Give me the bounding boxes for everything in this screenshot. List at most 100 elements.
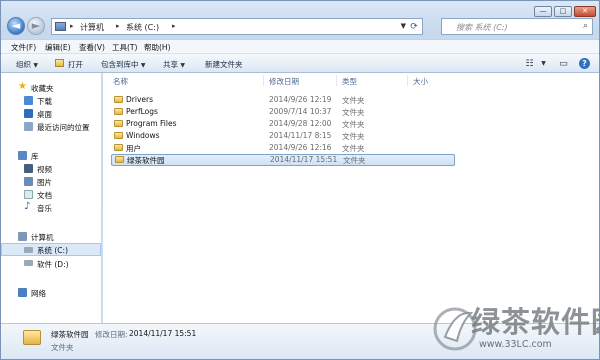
folder-icon — [114, 96, 123, 103]
watermark-text: 绿茶软件园 — [471, 305, 600, 339]
menu-view[interactable]: 查看(V) — [79, 42, 105, 53]
sidebar-item-downloads[interactable]: 下载 — [1, 94, 101, 107]
search-box[interactable]: 搜索 系统 (C:) ⌕ — [441, 18, 593, 35]
file-name: 绿茶软件园 — [127, 156, 165, 165]
forward-button[interactable]: ► — [27, 17, 45, 35]
recent-places-icon — [24, 122, 33, 131]
address-dropdown-icon[interactable]: ▼ — [401, 22, 406, 30]
sidebar-label: 桌面 — [37, 110, 52, 119]
file-list: 名称 修改日期 类型 大小 Drivers 2014/9/26 12:19 文件… — [103, 73, 599, 323]
sidebar-item-software-drive[interactable]: 软件 (D:) — [1, 257, 101, 270]
refresh-icon[interactable]: ⟳ — [408, 21, 420, 33]
sidebar-label: 视频 — [37, 165, 52, 174]
documents-icon — [24, 190, 33, 199]
share-label: 共享 — [163, 60, 178, 69]
file-name: 用户 — [126, 144, 141, 153]
forward-arrow-icon: ► — [31, 19, 41, 32]
sidebar-label: 计算机 — [31, 233, 54, 242]
sidebar-item-system-drive[interactable]: 系统 (C:) — [1, 243, 101, 256]
sidebar-label: 音乐 — [37, 204, 52, 213]
organize-button[interactable]: 组织 ▼ — [16, 59, 38, 70]
sidebar-item-recent-places[interactable]: 最近访问的位置 — [1, 120, 101, 133]
file-date: 2014/9/26 12:19 — [269, 95, 332, 104]
file-name: Windows — [126, 131, 160, 140]
breadcrumb-system-drive[interactable]: 系统 (C:) — [126, 22, 159, 33]
column-header-date[interactable]: 修改日期 — [269, 76, 299, 87]
open-icon — [55, 59, 64, 67]
file-type: 文件夹 — [342, 108, 365, 117]
libraries-icon — [18, 151, 27, 160]
file-date: 2014/11/17 8:15 — [269, 131, 332, 140]
menu-help[interactable]: 帮助(H) — [144, 42, 171, 53]
file-type: 文件夹 — [342, 132, 365, 141]
search-placeholder: 搜索 系统 (C:) — [456, 23, 508, 32]
sidebar-label: 图片 — [37, 178, 52, 187]
back-button[interactable]: ◄ — [7, 17, 25, 35]
help-icon[interactable]: ? — [579, 58, 590, 69]
dropdown-arrow-icon: ▼ — [33, 62, 39, 69]
details-item-type: 文件夹 — [51, 343, 74, 352]
navigation-row: ◄ ► ▸ 计算机 ▸ 系统 (C:) ▸ ▼ ⟳ 搜索 系统 (C:) ⌕ — [1, 15, 599, 37]
sidebar-item-music[interactable]: ♪ 音乐 — [1, 201, 101, 214]
pictures-icon — [24, 177, 33, 186]
table-row-selected[interactable]: 绿茶软件园 2014/11/17 15:51 文件夹 — [111, 154, 455, 166]
table-row[interactable]: 用户 2014/9/26 12:16 文件夹 — [111, 142, 455, 154]
menu-tools[interactable]: 工具(T) — [112, 42, 137, 53]
sidebar-item-computer[interactable]: 计算机 — [1, 230, 101, 243]
details-item-name: 绿茶软件园 — [51, 330, 89, 339]
table-row[interactable]: Program Files 2014/9/28 12:00 文件夹 — [111, 118, 455, 130]
table-row[interactable]: PerfLogs 2009/7/14 10:37 文件夹 — [111, 106, 455, 118]
folder-icon — [114, 132, 123, 139]
file-date: 2014/11/17 15:51 — [270, 155, 338, 164]
folder-icon — [23, 330, 41, 345]
menu-edit[interactable]: 编辑(E) — [45, 42, 71, 53]
command-bar: 组织 ▼ 打开 包含到库中 ▼ 共享 ▼ 新建文件夹 ☷ ▼ ▭ ? — [1, 53, 599, 73]
desktop-icon — [24, 109, 33, 118]
file-name: Drivers — [126, 95, 153, 104]
back-arrow-icon: ◄ — [11, 19, 21, 32]
sidebar-item-desktop[interactable]: 桌面 — [1, 107, 101, 120]
file-date: 2014/9/28 12:00 — [269, 119, 332, 128]
address-bar[interactable]: ▸ 计算机 ▸ 系统 (C:) ▸ ▼ ⟳ — [51, 18, 423, 35]
file-date: 2009/7/14 10:37 — [269, 107, 332, 116]
new-folder-button[interactable]: 新建文件夹 — [205, 59, 243, 70]
breadcrumb-separator: ▸ — [116, 22, 120, 30]
share-button[interactable]: 共享 ▼ — [163, 59, 185, 70]
watermark-url: www.33LC.com — [479, 339, 552, 350]
computer-icon — [18, 232, 27, 241]
menu-file[interactable]: 文件(F) — [11, 42, 36, 53]
column-header-size[interactable]: 大小 — [413, 76, 428, 87]
preview-pane-icon[interactable]: ▭ — [557, 58, 570, 70]
column-divider[interactable] — [407, 75, 408, 86]
breadcrumb-computer[interactable]: 计算机 — [80, 22, 104, 33]
folder-icon — [114, 144, 123, 151]
open-button[interactable]: 打开 — [68, 59, 83, 70]
column-header-type[interactable]: 类型 — [342, 76, 357, 87]
file-type: 文件夹 — [342, 144, 365, 153]
sidebar-item-videos[interactable]: 视频 — [1, 162, 101, 175]
network-icon — [18, 288, 27, 297]
file-name: PerfLogs — [126, 107, 158, 116]
file-type: 文件夹 — [342, 120, 365, 129]
change-view-icon[interactable]: ☷ — [523, 58, 536, 70]
sidebar-item-network[interactable]: 网络 — [1, 286, 101, 299]
breadcrumb-separator: ▸ — [172, 22, 176, 30]
breadcrumb-separator: ▸ — [70, 22, 74, 30]
view-dropdown-icon[interactable]: ▼ — [537, 58, 550, 70]
include-in-library-button[interactable]: 包含到库中 ▼ — [101, 59, 146, 70]
column-divider[interactable] — [336, 75, 337, 86]
dropdown-arrow-icon: ▼ — [140, 62, 146, 69]
sidebar-label: 最近访问的位置 — [37, 123, 90, 132]
sidebar-item-favorites[interactable]: ★ 收藏夹 — [1, 81, 101, 94]
table-row[interactable]: Drivers 2014/9/26 12:19 文件夹 — [111, 94, 455, 106]
details-modified-label: 修改日期: — [95, 330, 128, 339]
sidebar-item-pictures[interactable]: 图片 — [1, 175, 101, 188]
folder-icon — [115, 156, 124, 163]
column-header-name[interactable]: 名称 — [113, 76, 128, 87]
search-icon[interactable]: ⌕ — [583, 21, 588, 31]
details-modified-date: 2014/11/17 15:51 — [129, 329, 197, 338]
column-divider[interactable] — [263, 75, 264, 86]
table-row[interactable]: Windows 2014/11/17 8:15 文件夹 — [111, 130, 455, 142]
sidebar-item-libraries[interactable]: 库 — [1, 149, 101, 162]
sidebar-item-documents[interactable]: 文档 — [1, 188, 101, 201]
